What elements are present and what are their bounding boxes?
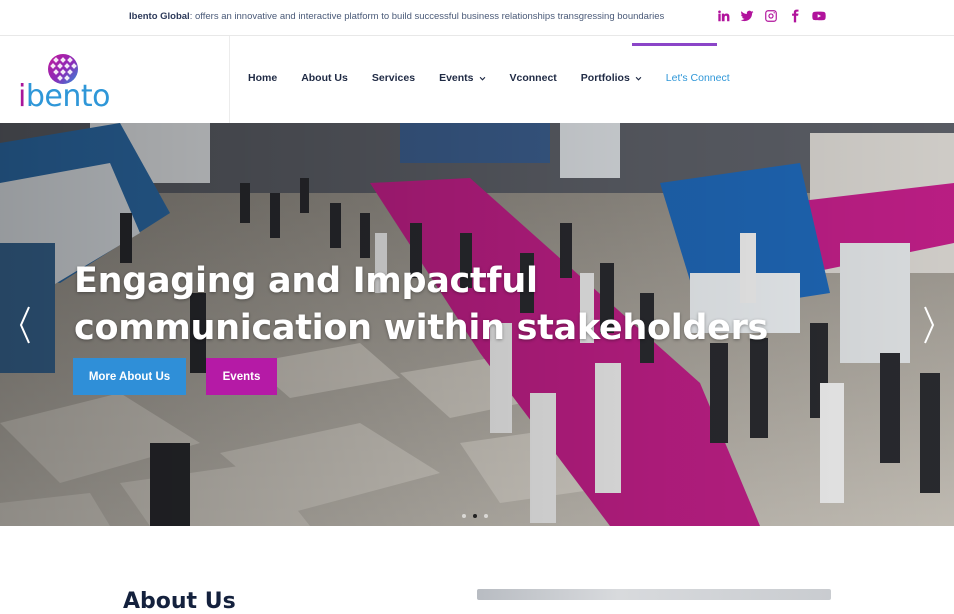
about-us-heading: About Us — [123, 589, 236, 614]
linkedin-icon[interactable] — [716, 9, 730, 23]
top-bar-tagline: Ibento Global: offers an innovative and … — [129, 11, 664, 22]
logo-wordmark: ibento — [18, 79, 110, 114]
chevron-down-icon — [479, 76, 485, 81]
about-us-image — [477, 589, 831, 600]
logo-letter-i: i — [18, 79, 26, 114]
hero-title: Engaging and Impactful communication with… — [74, 258, 768, 352]
hero-title-line-2: communication within stakeholders — [74, 308, 769, 348]
nav-lets-connect-label: Let's Connect — [665, 72, 730, 84]
instagram-icon[interactable] — [764, 9, 778, 23]
nav-lets-connect[interactable]: Let's Connect — [666, 72, 730, 84]
nav-events[interactable]: Events — [439, 72, 485, 84]
site-header: ibento Home About Us Services Events Vco… — [0, 36, 954, 123]
slide-dot-2[interactable] — [473, 514, 477, 518]
nav-services[interactable]: Services — [372, 72, 415, 84]
nav-about-us[interactable]: About Us — [301, 72, 348, 84]
header-divider — [229, 36, 230, 123]
slide-dot-1[interactable] — [462, 514, 466, 518]
hero-title-line-1: Engaging and Impactful — [74, 261, 538, 301]
brand-name: Ibento Global — [129, 11, 190, 22]
slider-pagination — [462, 514, 488, 518]
slide-dot-3[interactable] — [484, 514, 488, 518]
chevron-left-icon[interactable] — [18, 305, 32, 345]
social-links — [716, 9, 826, 23]
more-about-us-button[interactable]: More About Us — [73, 358, 186, 395]
twitter-icon[interactable] — [740, 9, 754, 23]
chevron-down-icon — [635, 76, 642, 81]
nav-home-label: Home — [248, 72, 278, 84]
chevron-right-icon[interactable] — [922, 305, 936, 345]
nav-portfolios[interactable]: Portfolios — [581, 72, 642, 84]
youtube-icon[interactable] — [812, 9, 826, 23]
ibento-logo[interactable]: ibento — [18, 50, 118, 114]
nav-vconnect-label: Vconnect — [509, 72, 557, 84]
facebook-icon[interactable] — [788, 9, 802, 23]
tagline-text: : offers an innovative and interactive p… — [189, 11, 665, 22]
hero-slider: Engaging and Impactful communication with… — [0, 123, 954, 526]
nav-home[interactable]: Home — [248, 72, 277, 84]
nav-about-us-label: About Us — [301, 72, 348, 84]
nav-events-label: Events — [439, 72, 474, 84]
active-nav-indicator — [632, 43, 717, 46]
top-bar: Ibento Global: offers an innovative and … — [0, 0, 954, 36]
events-button[interactable]: Events — [206, 358, 277, 395]
nav-vconnect[interactable]: Vconnect — [510, 72, 557, 84]
nav-services-label: Services — [371, 72, 416, 84]
logo-letters-bento: bento — [25, 79, 111, 114]
nav-portfolios-label: Portfolios — [580, 72, 630, 84]
main-nav: Home About Us Services Events Vconnect P… — [248, 72, 754, 84]
